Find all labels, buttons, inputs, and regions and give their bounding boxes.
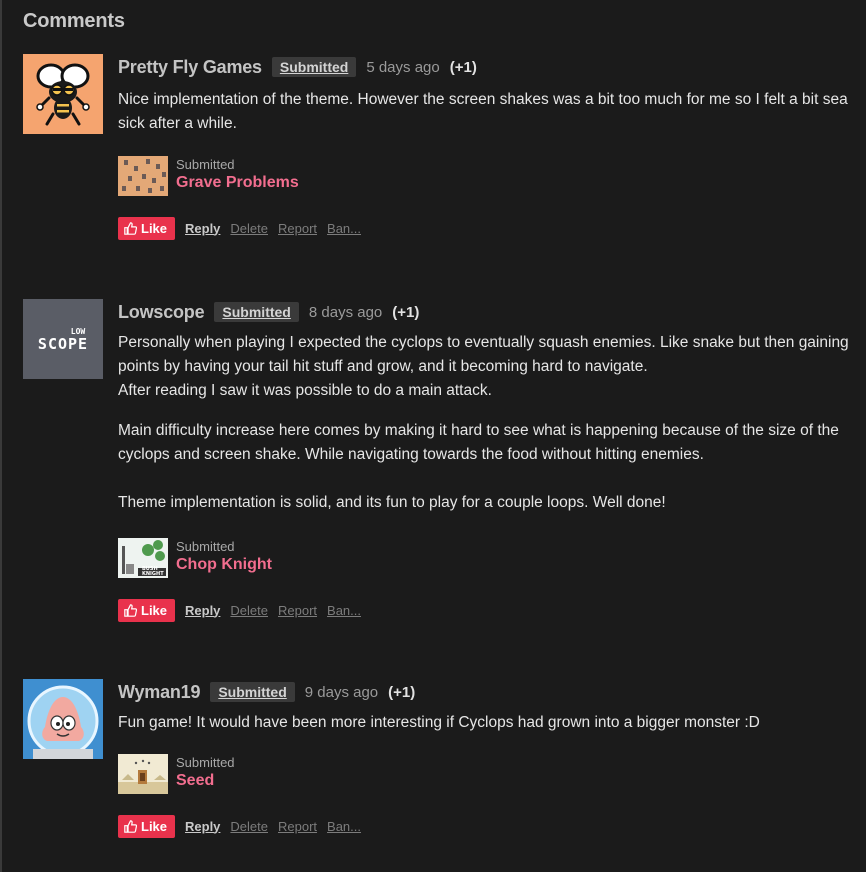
comment-paragraph: Personally when playing I expected the c… — [118, 334, 849, 399]
submitted-game: Submitted Grave Problems — [118, 156, 853, 196]
submitted-badge[interactable]: Submitted — [210, 682, 295, 702]
avatar[interactable]: LOW SCOPE — [23, 299, 103, 379]
comment-paragraph: Nice implementation of the theme. Howeve… — [118, 91, 848, 132]
ban-link[interactable]: Ban... — [327, 603, 361, 618]
ban-link[interactable]: Ban... — [327, 819, 361, 834]
author-name[interactable]: Lowscope — [118, 302, 205, 323]
like-label: Like — [141, 818, 168, 834]
logo-bottom-text: SCOPE — [37, 335, 89, 353]
comment-text: Nice implementation of the theme. Howeve… — [118, 88, 853, 136]
game-thumbnail-art — [122, 159, 166, 193]
comments-heading: Comments — [23, 10, 125, 32]
thumbs-up-icon — [124, 221, 137, 235]
like-button[interactable]: Like — [118, 216, 176, 240]
like-button[interactable]: Like — [118, 814, 176, 838]
game-title-link[interactable]: Grave Problems — [176, 173, 299, 193]
vote-count: (+1) — [449, 58, 477, 76]
submitted-label: Submitted — [176, 157, 235, 172]
avatar[interactable] — [23, 54, 103, 134]
game-thumbnail[interactable] — [118, 156, 168, 196]
submitted-label: Submitted — [176, 755, 235, 770]
like-label: Like — [141, 220, 168, 236]
submitted-badge[interactable]: Submitted — [271, 57, 357, 77]
submitted-badge[interactable]: Submitted — [214, 302, 299, 322]
game-thumbnail[interactable]: BUSH KNIGHT — [118, 538, 168, 578]
ban-link[interactable]: Ban... — [327, 221, 361, 236]
reply-link[interactable]: Reply — [185, 221, 220, 236]
game-thumbnail[interactable] — [118, 754, 168, 794]
comment-actions: Like Reply Delete Report Ban... — [118, 216, 853, 240]
thumb-logo-text: BUSH KNIGHT — [142, 567, 164, 577]
submitted-game: BUSH KNIGHT Submitted Chop Knight — [118, 538, 853, 578]
comment-header: Pretty Fly Games Submitted 5 days ago (+… — [118, 54, 853, 80]
author-name[interactable]: Pretty Fly Games — [118, 57, 262, 78]
delete-link[interactable]: Delete — [230, 221, 268, 236]
comment-paragraph: Theme implementation is solid, and its f… — [118, 494, 666, 511]
comment-text: Fun game! It would have been more intere… — [118, 711, 853, 735]
comment-time[interactable]: 9 days ago — [305, 684, 378, 701]
lowscope-logo: LOW SCOPE — [23, 328, 103, 353]
vote-count: (+1) — [392, 303, 420, 321]
reply-link[interactable]: Reply — [185, 819, 220, 834]
comment-text: Personally when playing I expected the c… — [118, 331, 853, 515]
thumbs-up-icon — [124, 819, 137, 833]
game-title-link[interactable]: Seed — [176, 771, 235, 791]
game-title-link[interactable]: Chop Knight — [176, 555, 272, 575]
thumbs-up-icon — [124, 603, 137, 617]
comment-actions: Like Reply Delete Report Ban... — [118, 814, 853, 838]
thumb-text-line: KNIGHT — [142, 571, 164, 577]
author-name[interactable]: Wyman19 — [118, 682, 201, 703]
report-link[interactable]: Report — [278, 603, 317, 618]
game-thumbnail-art — [118, 759, 168, 794]
delete-link[interactable]: Delete — [230, 819, 268, 834]
vote-count: (+1) — [388, 683, 416, 701]
reply-link[interactable]: Reply — [185, 603, 220, 618]
comment-time[interactable]: 8 days ago — [309, 304, 382, 321]
comment-header: Lowscope Submitted 8 days ago (+1) — [118, 299, 853, 325]
comment-actions: Like Reply Delete Report Ban... — [118, 598, 853, 622]
starfish-astronaut-icon — [27, 685, 99, 759]
submitted-game: Submitted Seed — [118, 754, 853, 794]
like-button[interactable]: Like — [118, 598, 176, 622]
avatar[interactable] — [23, 679, 103, 759]
fly-mascot-icon — [36, 63, 90, 126]
comment-time[interactable]: 5 days ago — [366, 59, 439, 76]
report-link[interactable]: Report — [278, 221, 317, 236]
comment-paragraph: Fun game! It would have been more intere… — [118, 714, 760, 731]
submitted-label: Submitted — [176, 539, 235, 554]
delete-link[interactable]: Delete — [230, 603, 268, 618]
report-link[interactable]: Report — [278, 819, 317, 834]
like-label: Like — [141, 602, 168, 618]
comment-header: Wyman19 Submitted 9 days ago (+1) — [118, 679, 853, 705]
comment-paragraph: Main difficulty increase here comes by m… — [118, 422, 839, 463]
